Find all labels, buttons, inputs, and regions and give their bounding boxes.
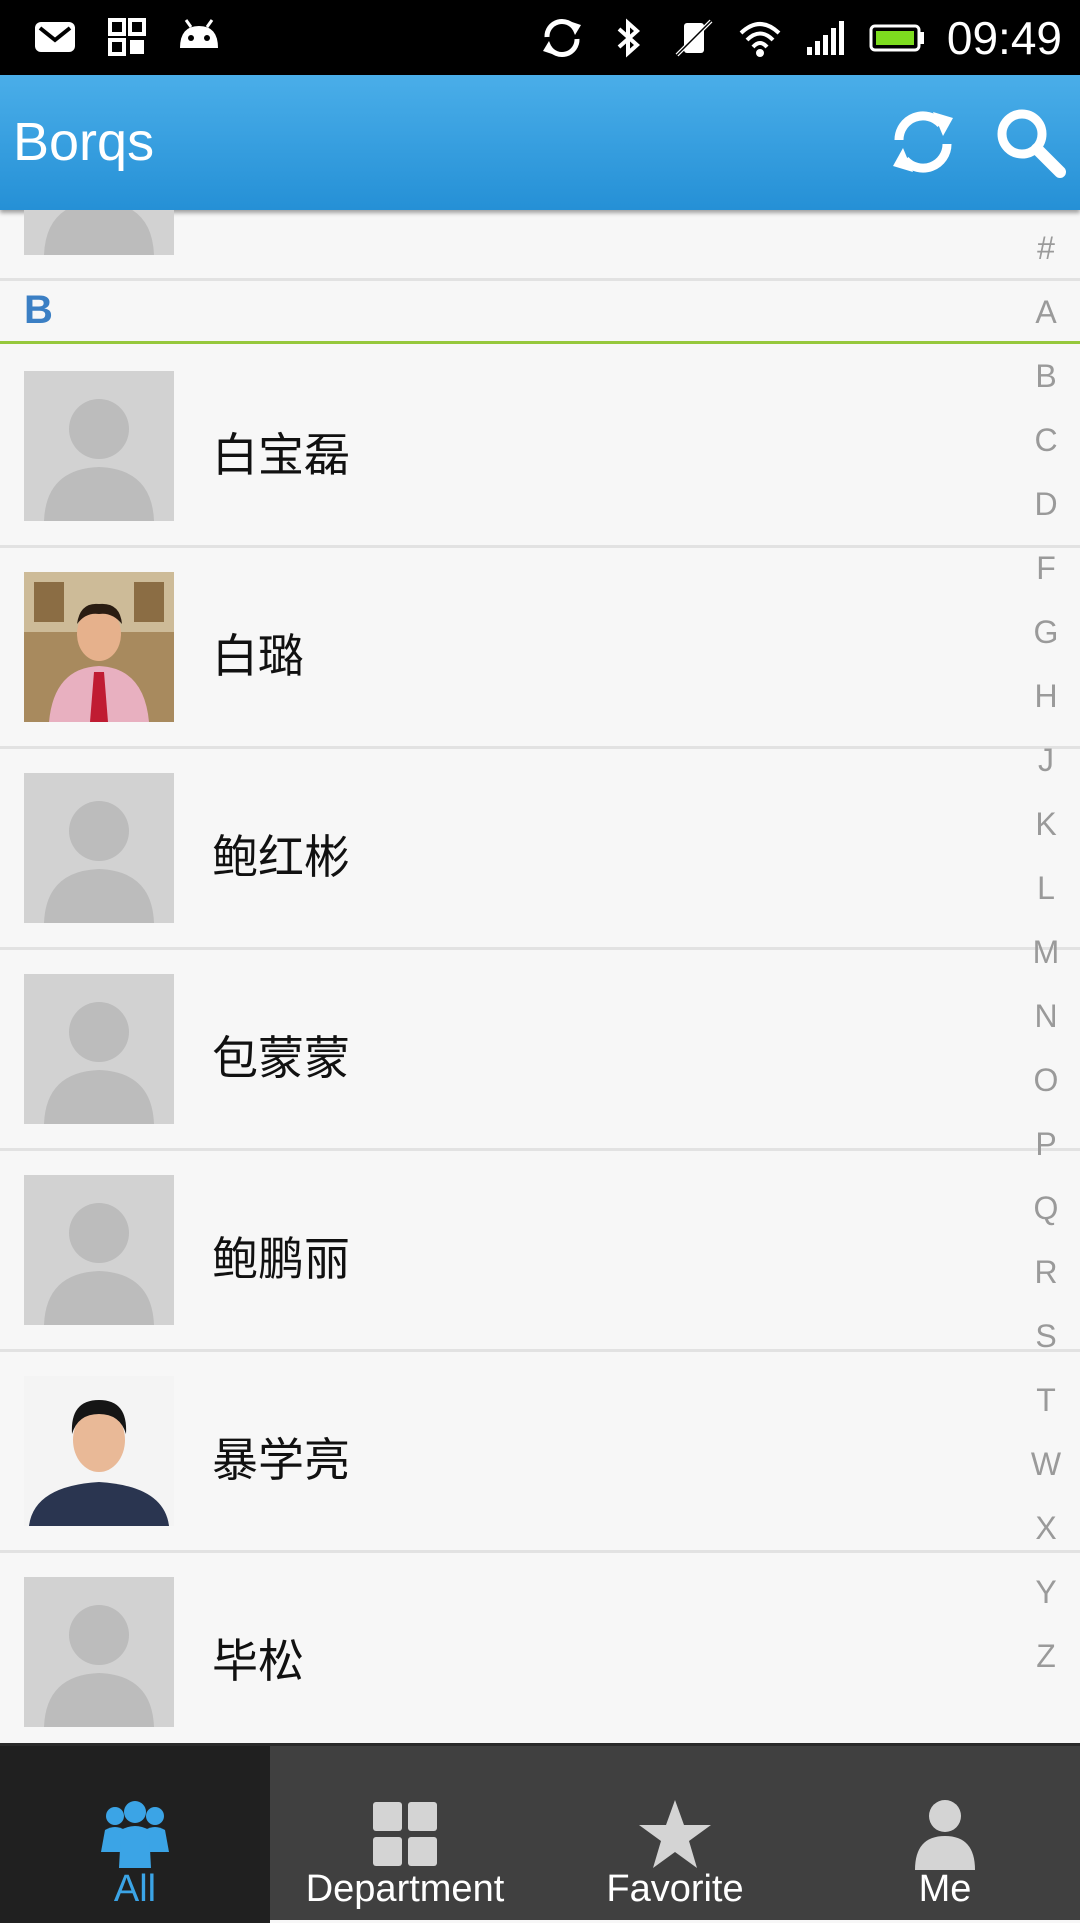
apps-icon bbox=[108, 18, 146, 56]
index-letter[interactable]: S bbox=[1026, 1318, 1066, 1355]
index-letter[interactable]: X bbox=[1026, 1510, 1066, 1547]
avatar-placeholder bbox=[24, 974, 174, 1124]
vibrate-off-icon bbox=[675, 19, 713, 57]
index-letter[interactable]: O bbox=[1026, 1062, 1066, 1099]
index-letter[interactable]: T bbox=[1026, 1382, 1066, 1419]
index-letter[interactable]: B bbox=[1026, 358, 1066, 395]
gmail-icon bbox=[35, 22, 75, 52]
index-letter[interactable]: P bbox=[1026, 1126, 1066, 1163]
signal-icon bbox=[806, 21, 844, 55]
index-letter[interactable]: W bbox=[1026, 1446, 1066, 1483]
list-item[interactable]: 包蒙蒙 bbox=[0, 950, 1080, 1151]
status-bar: 09:49 bbox=[0, 0, 1080, 75]
index-letter[interactable]: J bbox=[1026, 742, 1066, 779]
avatar-placeholder bbox=[24, 773, 174, 923]
index-letter[interactable]: K bbox=[1026, 806, 1066, 843]
index-letter[interactable]: # bbox=[1026, 230, 1066, 267]
avatar-photo bbox=[24, 1376, 174, 1526]
tab-label: Me bbox=[918, 1868, 972, 1910]
tab-me[interactable]: Me bbox=[810, 1746, 1080, 1923]
people-icon bbox=[101, 1801, 169, 1868]
status-time: 09:49 bbox=[946, 12, 1062, 64]
index-letter[interactable]: G bbox=[1026, 614, 1066, 651]
star-icon bbox=[639, 1800, 711, 1868]
avatar-photo bbox=[24, 572, 174, 722]
list-item[interactable]: 暴学亮 bbox=[0, 1352, 1080, 1553]
tab-department[interactable]: Department bbox=[270, 1746, 540, 1923]
search-button[interactable] bbox=[985, 97, 1075, 187]
index-letter[interactable]: Z bbox=[1026, 1638, 1066, 1675]
index-letter[interactable]: Y bbox=[1026, 1574, 1066, 1611]
list-item[interactable]: 毕松 bbox=[0, 1553, 1080, 1743]
contact-name: 包蒙蒙 bbox=[212, 1031, 350, 1085]
grid-icon bbox=[373, 1802, 437, 1866]
person-icon bbox=[915, 1800, 975, 1870]
list-item-partial[interactable] bbox=[0, 210, 1080, 281]
contact-name: 鲍鹏丽 bbox=[212, 1232, 350, 1286]
index-letter[interactable]: N bbox=[1026, 998, 1066, 1035]
tab-favorite[interactable]: Favorite bbox=[540, 1746, 810, 1923]
avatar-placeholder bbox=[24, 210, 174, 255]
avatar-placeholder bbox=[24, 1577, 174, 1727]
list-item[interactable]: 白宝磊 bbox=[0, 347, 1080, 548]
contact-name: 毕松 bbox=[212, 1634, 304, 1688]
contact-name: 白宝磊 bbox=[212, 428, 350, 482]
refresh-button[interactable] bbox=[878, 97, 968, 187]
index-letter[interactable]: C bbox=[1026, 422, 1066, 459]
sync-icon bbox=[542, 18, 581, 58]
app-title: Borqs bbox=[13, 112, 155, 172]
contact-name: 暴学亮 bbox=[212, 1433, 350, 1487]
avatar-placeholder bbox=[24, 1175, 174, 1325]
index-letter[interactable]: A bbox=[1026, 294, 1066, 331]
index-letter[interactable]: Q bbox=[1026, 1190, 1066, 1227]
tab-label: All bbox=[113, 1868, 157, 1910]
contact-list[interactable]: B 白宝磊 白璐 鲍红彬 包蒙蒙 鲍鹏丽 暴学亮 毕松 bbox=[0, 210, 1080, 1743]
bluetooth-icon bbox=[617, 18, 640, 58]
section-letter: B bbox=[24, 288, 53, 332]
index-letter[interactable]: L bbox=[1026, 870, 1066, 907]
contact-name: 白璐 bbox=[212, 629, 304, 683]
android-icon bbox=[180, 19, 218, 48]
battery-icon bbox=[869, 24, 924, 52]
index-letter[interactable]: F bbox=[1026, 550, 1066, 587]
index-letter[interactable]: R bbox=[1026, 1254, 1066, 1291]
index-letter[interactable]: M bbox=[1026, 934, 1066, 971]
avatar-placeholder bbox=[24, 371, 174, 521]
search-icon bbox=[997, 109, 1066, 178]
bottom-tab-bar: All Department Favorite Me bbox=[0, 1743, 1080, 1923]
index-letter[interactable]: H bbox=[1026, 678, 1066, 715]
section-header: B bbox=[0, 284, 1080, 344]
tab-label: Favorite bbox=[606, 1868, 744, 1910]
tab-all[interactable]: All bbox=[0, 1746, 270, 1923]
list-item[interactable]: 鲍红彬 bbox=[0, 749, 1080, 950]
tab-label: Department bbox=[305, 1868, 505, 1910]
alphabet-index[interactable]: # A B C D F G H J K L M N O P Q R S T W … bbox=[1020, 220, 1080, 1720]
list-item[interactable]: 鲍鹏丽 bbox=[0, 1151, 1080, 1352]
refresh-icon bbox=[893, 111, 953, 173]
wifi-icon bbox=[739, 22, 781, 57]
index-letter[interactable]: D bbox=[1026, 486, 1066, 523]
list-item[interactable]: 白璐 bbox=[0, 548, 1080, 749]
contact-name: 鲍红彬 bbox=[212, 830, 350, 884]
action-bar: Borqs bbox=[0, 75, 1080, 210]
